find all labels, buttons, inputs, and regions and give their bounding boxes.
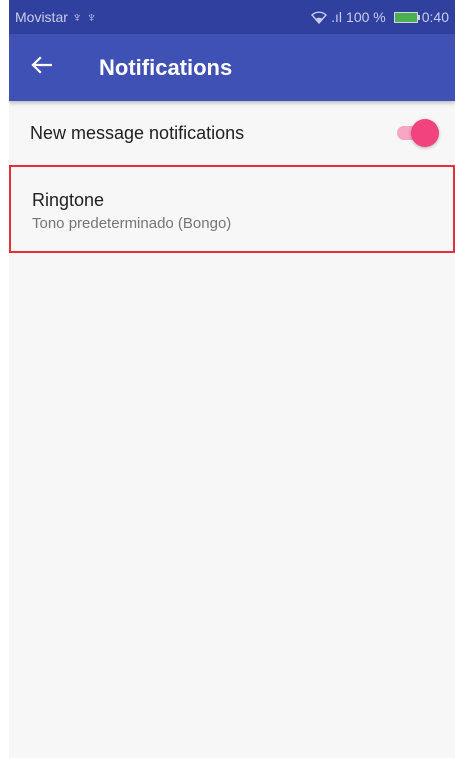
ringtone-summary: Tono predeterminado (Bongo) bbox=[32, 215, 232, 232]
usb-icon: ♆ bbox=[71, 9, 83, 25]
arrow-back-icon bbox=[30, 56, 53, 79]
battery-icon bbox=[393, 11, 420, 23]
switch-thumb bbox=[411, 119, 439, 147]
back-button[interactable] bbox=[9, 34, 73, 101]
toolbar: Notifications bbox=[9, 34, 455, 101]
ringtone-label: Ringtone bbox=[32, 190, 105, 210]
notifications-screen: Movistar ♆ ♆ .ıl 100 % 0:40 Notification… bbox=[9, 0, 455, 758]
usb-icon: ♆ bbox=[86, 9, 97, 25]
battery-percent: 100 % bbox=[346, 9, 386, 25]
ringtone-row[interactable]: Ringtone Tono predeterminado (Bongo) bbox=[9, 165, 455, 253]
wifi-icon bbox=[311, 10, 328, 24]
new-message-notifications-label: New message notifications bbox=[30, 122, 245, 143]
status-right: .ıl 100 % 0:40 bbox=[311, 9, 449, 25]
status-bar: Movistar ♆ ♆ .ıl 100 % 0:40 bbox=[9, 0, 455, 34]
clock: 0:40 bbox=[421, 9, 449, 25]
page-title: Notifications bbox=[99, 54, 233, 80]
new-message-notifications-switch[interactable] bbox=[397, 119, 439, 147]
status-left: Movistar ♆ ♆ bbox=[15, 9, 97, 25]
carrier-label: Movistar bbox=[15, 9, 68, 25]
new-message-notifications-row[interactable]: New message notifications bbox=[9, 101, 455, 165]
signal-icon: .ıl bbox=[331, 9, 343, 25]
